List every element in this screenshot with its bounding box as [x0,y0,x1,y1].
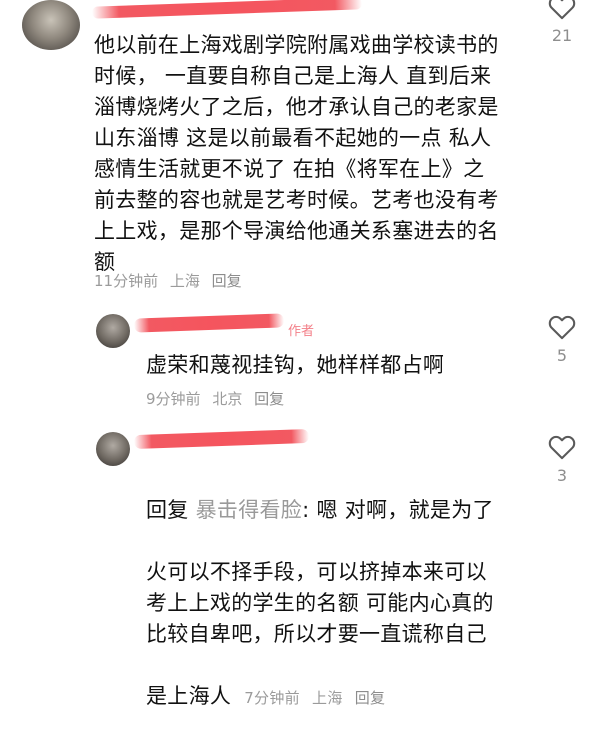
redacted-username [133,313,285,333]
comment-meta: 7分钟前 上海 回复 [244,689,392,707]
comment-text: 虚荣和蔑视挂钩，她样样都占啊 [146,353,445,377]
comment-text-first: : 嗯 对啊，就是为了 [302,498,494,522]
reply-button[interactable]: 回复 [355,689,386,707]
comment-text: 回复 暴击得看脸: 嗯 对啊，就是为了 火可以不择手段，可以挤掉本来可以 考上上… [146,464,546,745]
comment-location: 北京 [212,390,243,408]
comment-meta: 11分钟前 上海 回复 [94,270,249,291]
comment-time: 11分钟前 [94,272,159,290]
comment-location: 上海 [169,272,200,290]
reply-item: 作者 虚荣和蔑视挂钩，她样样都占啊 9分钟前 北京 回复 5 [0,300,600,420]
mention-link[interactable]: 暴击得看脸 [196,498,303,522]
comment-time: 7分钟前 [244,689,300,707]
comment-text: 他以前在上海戏剧学院附属戏曲学校读书的 时候， 一直要自称自己是上海人 直到后来… [94,33,499,274]
comment-meta: 9分钟前 北京 回复 [146,388,291,409]
comment-location: 上海 [312,689,343,707]
comment-text-rest: 火可以不择手段，可以挤掉本来可以 考上上戏的学生的名额 可能内心真的 比较自卑吧… [146,560,494,646]
avatar[interactable] [96,432,130,466]
author-badge: 作者 [288,324,315,339]
like-button[interactable]: 21 [542,0,582,45]
comment-first-line: 回复 暴击得看脸: 嗯 对啊，就是为了 [146,495,546,526]
like-count: 21 [551,26,573,45]
reply-item: 回复 暴击得看脸: 嗯 对啊，就是为了 火可以不择手段，可以挤掉本来可以 考上上… [0,420,600,708]
redacted-username [133,428,310,450]
comment-time: 9分钟前 [146,390,201,408]
reply-prefix: 回复 [146,498,189,522]
like-button[interactable]: 5 [542,314,582,365]
comment-text-last: 是上海人 [146,684,232,708]
heart-outline-icon [548,315,576,340]
like-button[interactable]: 3 [542,434,582,485]
avatar[interactable] [22,0,80,50]
like-count: 5 [556,346,568,365]
like-count: 3 [556,466,568,485]
avatar[interactable] [96,314,130,348]
reply-button[interactable]: 回复 [212,272,242,290]
heart-outline-icon [548,435,576,460]
redacted-username [91,0,363,19]
reply-button[interactable]: 回复 [254,390,284,408]
heart-outline-icon [548,0,576,20]
comment-last-line: 是上海人 7分钟前 上海 回复 [146,681,546,714]
comment-item: 他以前在上海戏剧学院附属戏曲学校读书的 时候， 一直要自称自己是上海人 直到后来… [0,0,600,300]
